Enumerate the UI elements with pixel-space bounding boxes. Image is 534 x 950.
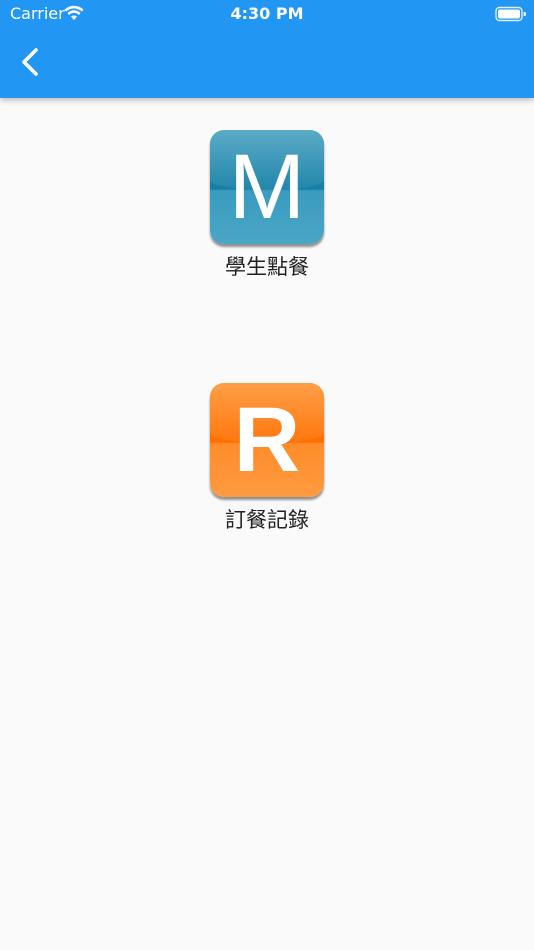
- menu-tile-student-order[interactable]: M 學生點餐: [187, 130, 347, 280]
- battery-icon: [495, 6, 526, 22]
- student-order-icon: M: [210, 130, 324, 244]
- status-time: 4:30 PM: [230, 4, 304, 23]
- menu-label-student-order: 學生點餐: [225, 255, 309, 279]
- app-bar: Carrier 4:30 PM: [0, 0, 534, 98]
- order-records-icon: R: [210, 383, 324, 497]
- back-button[interactable]: [8, 40, 52, 84]
- chevron-left-icon: [22, 48, 38, 76]
- menu-label-order-records: 訂餐記錄: [225, 508, 309, 532]
- status-bar: Carrier 4:30 PM: [0, 0, 534, 28]
- menu-tile-order-records[interactable]: R 訂餐記錄: [187, 383, 347, 533]
